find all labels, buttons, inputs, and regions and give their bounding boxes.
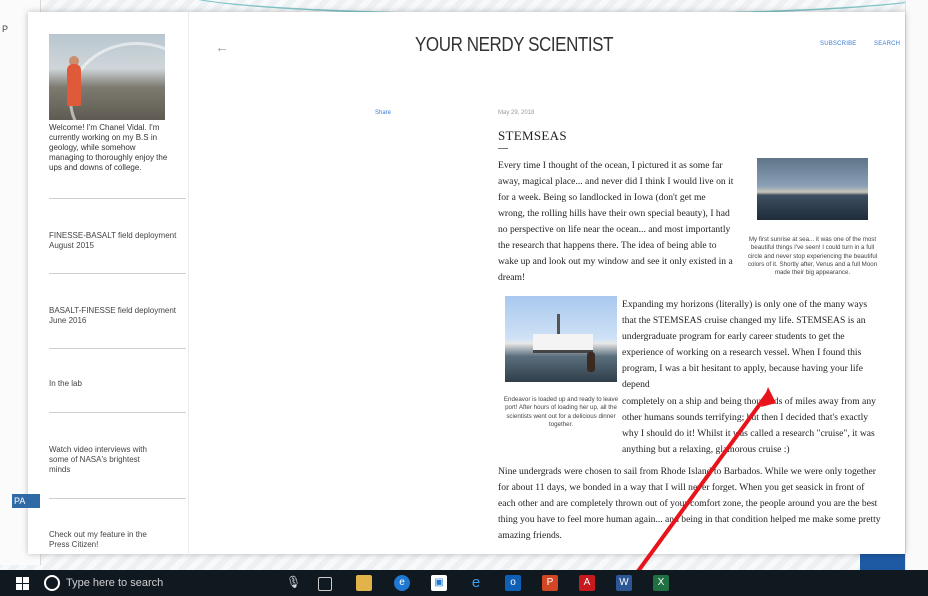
share-link[interactable]: Share (375, 110, 391, 116)
sidebar-divider (49, 498, 186, 499)
sidebar-link-nasa-interviews[interactable]: Watch video interviews with some of NASA… (49, 445, 159, 475)
sidebar-divider (49, 198, 186, 199)
excel-icon[interactable]: X (653, 575, 669, 591)
post-paragraph-2-continued: completely on a ship and being thousands… (622, 396, 876, 455)
ship-caption: Endeavor is loaded up and ready to leave… (503, 396, 619, 428)
ship-hull (533, 334, 593, 353)
ship-mast (557, 314, 560, 336)
person-figure (67, 64, 81, 106)
store-icon[interactable]: ▣ (431, 575, 447, 591)
sidebar-divider (49, 273, 186, 274)
sunrise-caption: My first sunrise at sea... it was one of… (747, 236, 878, 277)
search-link[interactable]: SEARCH (874, 41, 900, 47)
sidebar-link-in-the-lab[interactable]: In the lab (49, 379, 179, 389)
sidebar-divider (49, 348, 186, 349)
windows-start-icon[interactable] (16, 577, 29, 590)
post-title: STEMSEAS (498, 128, 567, 143)
post-paragraph-1: Every time I thought of the ocean, I pic… (498, 160, 734, 283)
person-figure (587, 352, 595, 372)
windows-taskbar: Type here to search 🎙 e ▣ e o P A W X (0, 570, 928, 596)
back-arrow-icon[interactable]: ← (215, 39, 229, 55)
post-paragraph-3: Nine undergrads were chosen to sail from… (498, 466, 881, 541)
ship-photo (505, 296, 617, 382)
internet-explorer-icon[interactable]: e (468, 575, 484, 591)
post-date: May 29, 2018 (498, 110, 535, 116)
blog-sidebar: Welcome! I'm Chanel Vidal. I'm currently… (28, 12, 189, 554)
acrobat-icon[interactable]: A (579, 575, 595, 591)
browser-page: Welcome! I'm Chanel Vidal. I'm currently… (28, 12, 905, 554)
title-rule (498, 148, 508, 149)
cortana-icon[interactable] (44, 575, 60, 591)
sidebar-link-basalt-finesse[interactable]: BASALT-FINESSE field deployment June 201… (49, 306, 179, 326)
site-title[interactable]: YOUR NERDY SCIENTIST (415, 34, 613, 57)
microphone-icon[interactable]: 🎙 (286, 575, 301, 589)
sidebar-divider (49, 412, 186, 413)
edge-browser-icon[interactable]: e (394, 575, 410, 591)
taskbar-search-input[interactable]: Type here to search (66, 577, 163, 589)
sunrise-photo (757, 158, 868, 220)
sidebar-link-press-citizen[interactable]: Check out my feature in the Press Citize… (49, 530, 159, 550)
file-explorer-icon[interactable] (356, 575, 372, 591)
powerpoint-icon[interactable]: P (542, 575, 558, 591)
word-icon[interactable]: W (616, 575, 632, 591)
background-text: P (2, 24, 9, 34)
sidebar-link-finesse-basalt[interactable]: FINESSE-BASALT field deployment August 2… (49, 231, 179, 251)
profile-photo (49, 34, 165, 120)
task-view-icon[interactable] (318, 577, 332, 591)
subscribe-link[interactable]: SUBSCRIBE (820, 41, 856, 47)
background-window-right (905, 0, 928, 570)
welcome-text: Welcome! I'm Chanel Vidal. I'm currently… (49, 123, 168, 172)
outlook-icon[interactable]: o (505, 575, 521, 591)
rainbow-shape (69, 42, 165, 120)
post-paragraph-2: Expanding my horizons (literally) is onl… (622, 299, 868, 390)
background-taskbar-button: PA (12, 494, 40, 508)
